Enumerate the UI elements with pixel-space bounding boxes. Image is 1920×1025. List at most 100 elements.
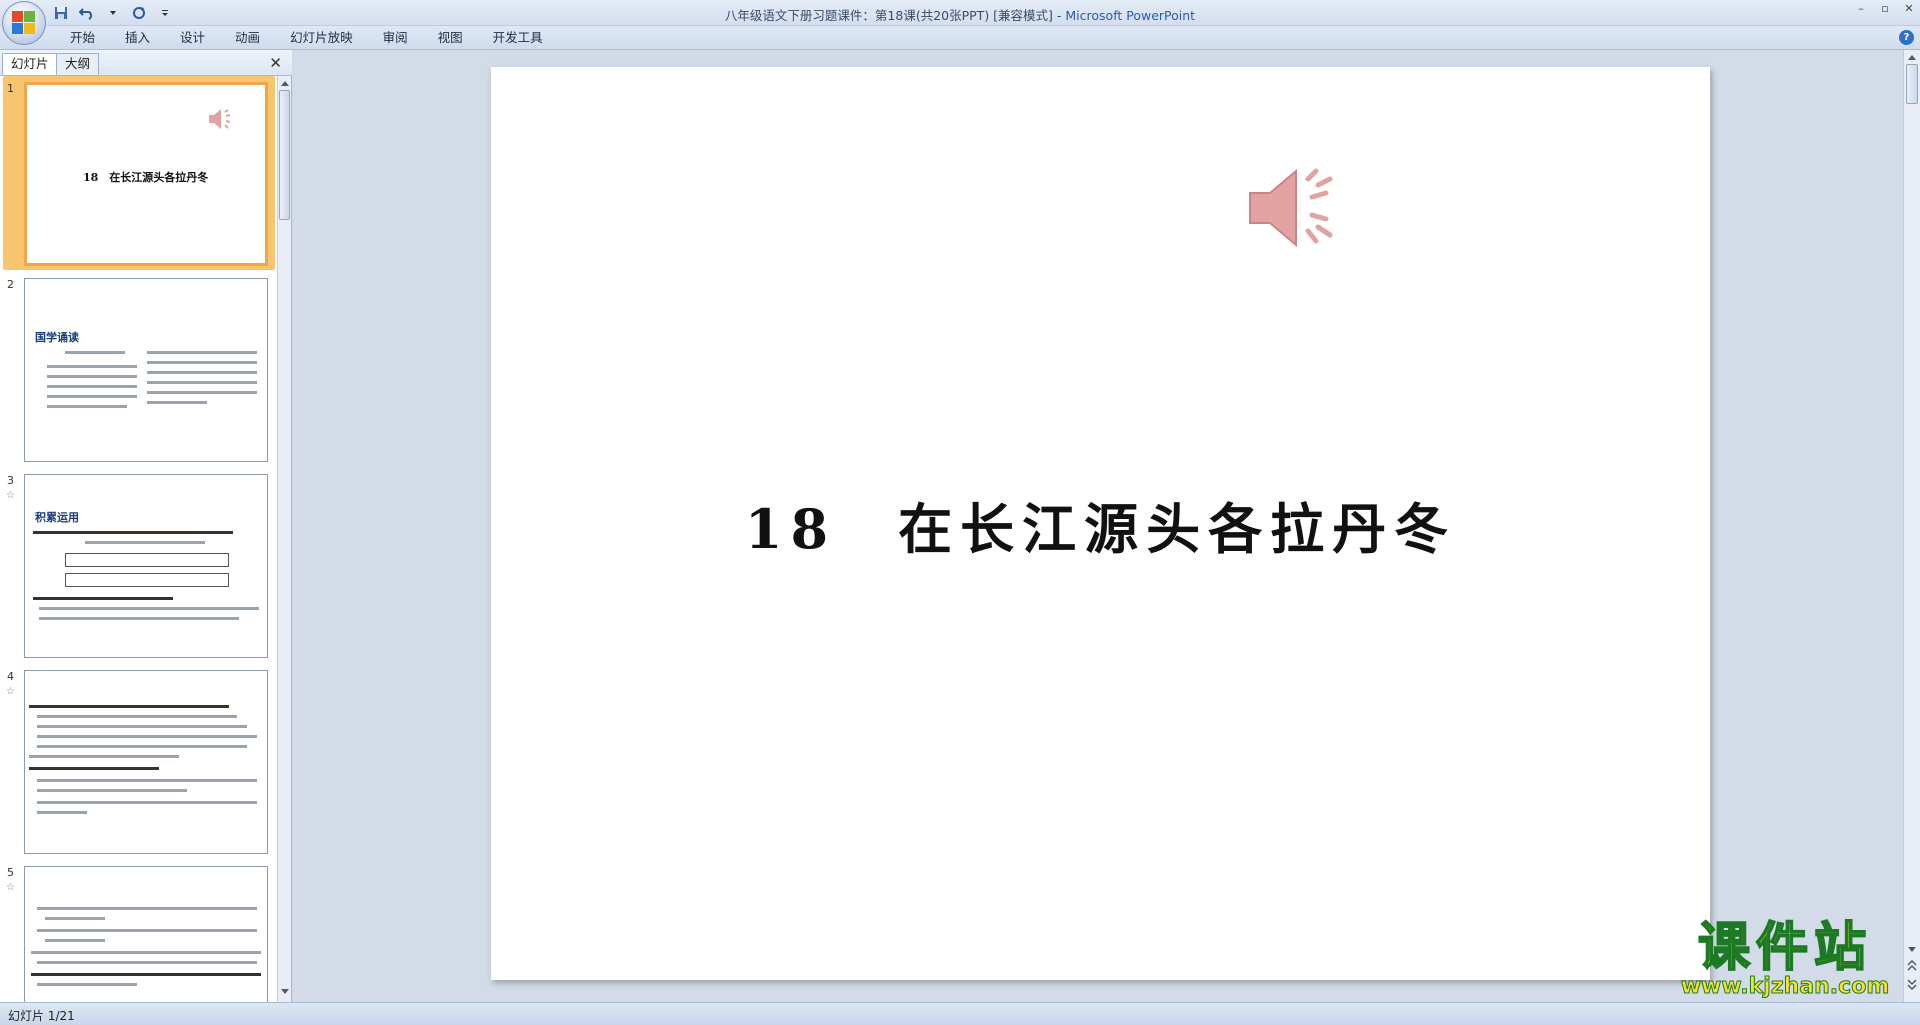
ribbon-tabs-bar: 开始 插入 设计 动画 幻灯片放映 审阅 视图 开发工具 ?	[0, 26, 1920, 50]
text-line	[31, 951, 261, 954]
text-line	[37, 907, 257, 910]
text-line	[37, 961, 257, 964]
scroll-thumb[interactable]	[279, 90, 290, 220]
office-logo-icon	[12, 11, 36, 35]
slides-pane: 幻灯片 大纲 ✕ 1 18 在长江源头各拉丹冬 2 国学诵读 3 ☆ 积累运用 …	[0, 50, 292, 1002]
text-line	[147, 381, 257, 384]
text-line	[147, 391, 257, 394]
text-line	[37, 779, 257, 782]
slide-number: 5	[7, 866, 14, 879]
office-button[interactable]	[2, 1, 46, 45]
text-line	[47, 405, 127, 408]
current-slide[interactable]: 18 在长江源头各拉丹冬	[491, 67, 1710, 980]
thumbnail-row-2[interactable]: 2 国学诵读	[0, 272, 276, 468]
text-line	[45, 917, 105, 920]
document-title: 八年级语文下册习题课件：第18课(共20张PPT) [兼容模式] -	[724, 8, 1066, 23]
minimize-button[interactable]: –	[1854, 2, 1868, 16]
speaker-icon	[209, 109, 231, 129]
next-slide-icon[interactable]	[1907, 978, 1917, 990]
thumbnail-row-5[interactable]: 5 ☆	[0, 860, 276, 1002]
thumbnail-heading: 国学诵读	[35, 331, 79, 344]
help-button[interactable]: ?	[1899, 30, 1914, 45]
pane-tabs: 幻灯片 大纲 ✕	[0, 50, 292, 76]
scroll-up-icon[interactable]	[280, 79, 290, 87]
slide-thumbnail-5[interactable]	[24, 866, 268, 1002]
text-line	[147, 351, 257, 354]
thumbnail-heading: 积累运用	[35, 511, 79, 524]
scroll-down-icon[interactable]	[1907, 946, 1917, 954]
text-line	[47, 395, 137, 398]
slide-counter: 幻灯片 1/21	[8, 1009, 75, 1023]
text-line	[65, 351, 125, 354]
slide-number: 1	[7, 82, 14, 95]
slide-thumbnails: 1 18 在长江源头各拉丹冬 2 国学诵读 3 ☆ 积累运用 4 ☆ 5 ☆	[0, 76, 276, 1002]
close-button[interactable]: ✕	[1902, 2, 1916, 16]
text-line	[29, 705, 229, 708]
text-line	[37, 789, 187, 792]
slide-number: 2	[7, 278, 14, 291]
slide-thumbnail-3[interactable]: 积累运用	[24, 474, 268, 658]
thumbnail-title: 18 在长江源头各拉丹冬	[83, 171, 209, 184]
slide-number: 3	[7, 474, 14, 487]
pane-close-button[interactable]: ✕	[269, 54, 282, 72]
slide-thumbnail-4[interactable]	[24, 670, 268, 854]
tab-home[interactable]: 开始	[55, 28, 110, 48]
thumbnail-row-4[interactable]: 4 ☆	[0, 664, 276, 860]
text-line	[147, 361, 257, 364]
previous-slide-icon[interactable]	[1907, 960, 1917, 972]
watermark-url: www.kjzhan.com	[1680, 974, 1890, 1000]
thumbnail-row-3[interactable]: 3 ☆ 积累运用	[0, 468, 276, 664]
text-line	[45, 939, 105, 942]
tab-review[interactable]: 审阅	[368, 28, 423, 48]
tab-outline[interactable]: 大纲	[56, 53, 100, 75]
text-line	[29, 755, 179, 758]
restore-button[interactable]: ▫	[1878, 2, 1892, 16]
app-name: Microsoft PowerPoint	[1065, 8, 1196, 23]
text-line	[37, 811, 87, 814]
tab-slides[interactable]: 幻灯片	[2, 53, 58, 75]
slide-thumbnail-2[interactable]: 国学诵读	[24, 278, 268, 462]
text-line	[39, 617, 239, 620]
char-grid	[65, 573, 229, 587]
slide-scrollbar[interactable]	[1903, 50, 1920, 1002]
scroll-up-icon[interactable]	[1907, 53, 1917, 61]
text-line	[33, 531, 233, 534]
tab-slideshow[interactable]: 幻灯片放映	[275, 28, 368, 48]
slide-thumbnail-1[interactable]: 18 在长江源头各拉丹冬	[24, 82, 268, 266]
text-line	[37, 715, 237, 718]
tab-insert[interactable]: 插入	[110, 28, 165, 48]
slide-title[interactable]: 18 在长江源头各拉丹冬	[491, 485, 1710, 564]
tab-design[interactable]: 设计	[165, 28, 220, 48]
ribbon-tabs: 开始 插入 设计 动画 幻灯片放映 审阅 视图 开发工具	[55, 28, 558, 48]
text-line	[147, 401, 207, 404]
text-line	[47, 375, 137, 378]
text-line	[47, 385, 137, 388]
animation-star-icon: ☆	[6, 686, 15, 697]
scroll-down-icon[interactable]	[280, 988, 290, 996]
thumbnail-scrollbar[interactable]	[277, 76, 291, 1002]
text-line	[29, 767, 159, 770]
title-bar: 八年级语文下册习题课件：第18课(共20张PPT) [兼容模式] - Micro…	[0, 0, 1920, 45]
speaker-icon[interactable]	[1246, 165, 1346, 251]
tab-developer[interactable]: 开发工具	[478, 28, 558, 48]
tab-view[interactable]: 视图	[423, 28, 478, 48]
text-line	[39, 607, 259, 610]
scroll-thumb[interactable]	[1906, 64, 1918, 104]
text-line	[147, 371, 257, 374]
text-line	[37, 929, 257, 932]
slide-number: 4	[7, 670, 14, 683]
thumbnail-row-1[interactable]: 1 18 在长江源头各拉丹冬	[0, 76, 276, 272]
watermark-title: 课件站	[1697, 917, 1872, 979]
slide-editor-area: 18 在长江源头各拉丹冬	[293, 50, 1903, 1002]
char-grid	[65, 553, 229, 567]
tab-animations[interactable]: 动画	[220, 28, 275, 48]
text-line	[37, 801, 257, 804]
window-title: 八年级语文下册习题课件：第18课(共20张PPT) [兼容模式] - Micro…	[0, 5, 1920, 24]
text-line	[33, 597, 173, 600]
text-line	[47, 365, 137, 368]
window-controls: – ▫ ✕	[1854, 2, 1916, 16]
text-line	[31, 973, 261, 976]
text-line	[37, 983, 137, 986]
text-line	[37, 745, 247, 748]
watermark-logo: 课件站 www.kjzhan.com	[1665, 917, 1905, 1002]
